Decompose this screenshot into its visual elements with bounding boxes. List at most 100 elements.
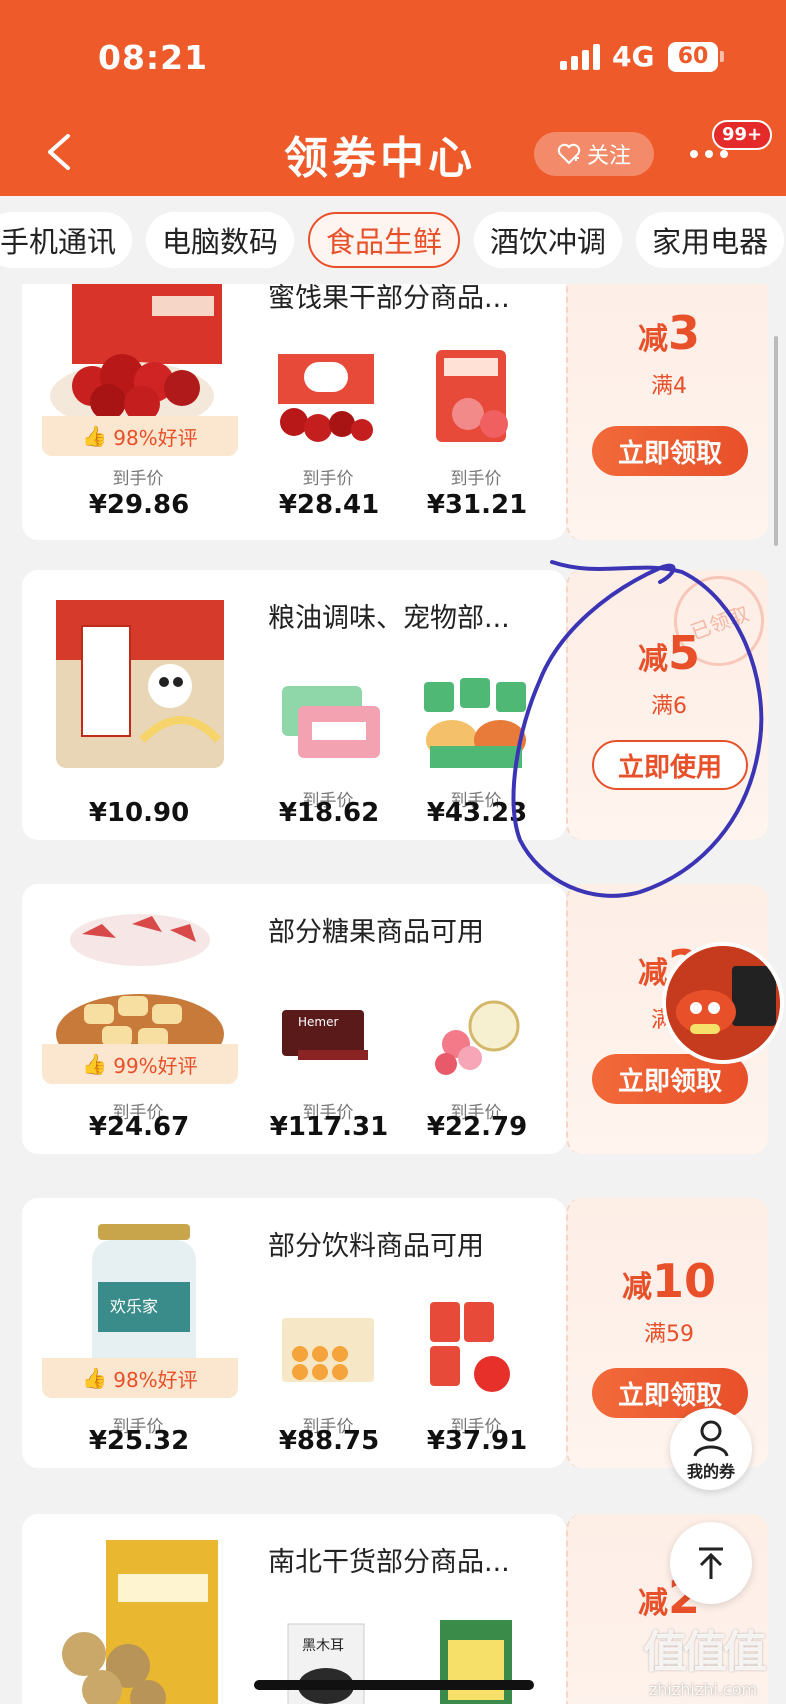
tab-appliances[interactable]: 家用电器 — [636, 212, 785, 268]
back-to-top-button[interactable] — [670, 1522, 752, 1604]
watermark: 值值值 zhizhizhi.com — [628, 1616, 778, 1699]
coupon-card: 部分饮料商品可用 欢乐家 👍 98%好评 到手价 到手价 到手价 ¥25.32 ¥… — [22, 1198, 768, 1468]
notification-badge: 99+ — [712, 120, 773, 150]
claim-button[interactable]: 立即领取 — [592, 426, 748, 476]
product-image-noodles[interactable] — [42, 590, 238, 780]
product-price: ¥88.75 — [278, 1426, 380, 1456]
tab-phones[interactable]: 手机通讯 — [0, 212, 133, 268]
page-title: 领券中心 — [284, 133, 476, 184]
category-tabs: 手机通讯 电脑数码 食品生鲜 酒饮冲调 家用电器 — [0, 196, 786, 284]
battery-level: 60 — [677, 44, 709, 69]
coupon-products: 部分糖果商品可用 👍 99%好评 Hemer 到手价 到手价 到手价 ¥24.67… — [22, 884, 566, 1154]
coupon-title: 蜜饯果干部分商品... — [268, 284, 510, 314]
product-price: ¥31.21 — [426, 490, 528, 520]
my-coupons-label: 我的券 — [686, 1462, 735, 1481]
coupon-products: 蜜饯果干部分商品... 👍 98%好评 到手价 到手价 到手价 ¥29.86 ¥2… — [22, 284, 566, 540]
product-image[interactable] — [416, 980, 536, 1090]
app-root: 08:21 4G 60 领券中心 关注 99+ 手机通讯 电脑数码 食品生鲜 酒… — [0, 0, 786, 1704]
follow-button[interactable]: 关注 — [534, 132, 654, 176]
product-price: ¥37.91 — [426, 1426, 528, 1456]
scrollbar[interactable] — [774, 336, 778, 546]
product-image[interactable] — [268, 1294, 388, 1404]
discount-value: 5 — [667, 626, 700, 680]
product-image[interactable] — [416, 342, 536, 452]
price-label: 到手价 — [112, 469, 164, 489]
watermark-logo: 值值值 — [643, 1627, 767, 1678]
svg-text:Hemer: Hemer — [298, 1015, 338, 1029]
thumbs-up-icon: 👍 — [82, 424, 108, 448]
discount-value: 3 — [667, 306, 700, 360]
my-coupons-button[interactable]: 我的券 — [670, 1408, 752, 1490]
rating-badge: 👍 98%好评 — [42, 416, 238, 456]
status-time: 08:21 — [98, 38, 209, 77]
product-image[interactable] — [416, 666, 536, 776]
coupon-title: 粮油调味、宠物部... — [268, 603, 510, 634]
home-indicator[interactable] — [254, 1680, 534, 1690]
coupon-offer: 减3 满4 立即领取 — [566, 284, 768, 540]
discount-prefix: 减 — [621, 1270, 652, 1305]
thumbs-up-icon: 👍 — [82, 1052, 108, 1076]
coupon-offer: 已领取 减5 满6 立即使用 — [566, 563, 777, 840]
minimum-amount: 满59 — [644, 1322, 694, 1347]
product-image-longan[interactable] — [42, 1534, 238, 1704]
coupon-title: 部分糖果商品可用 — [268, 917, 484, 948]
battery-icon: 60 — [668, 42, 718, 72]
coupon-products: 南北干货部分商品... 黑木耳 — [22, 1514, 566, 1704]
battery-tip — [720, 51, 724, 62]
discount-value: 10 — [651, 1254, 716, 1308]
product-price: ¥28.41 — [278, 490, 380, 520]
rating-text: 98%好评 — [113, 1367, 198, 1392]
heart-plus-icon — [557, 143, 581, 165]
discount-prefix: 减 — [637, 642, 668, 677]
minimum-amount: 满6 — [651, 694, 687, 719]
minimum-amount: 满4 — [651, 374, 687, 399]
back-arrow-icon[interactable] — [38, 130, 82, 174]
nav-bar: 领券中心 关注 99+ — [0, 110, 786, 196]
product-price: ¥25.32 — [88, 1426, 190, 1456]
coupon-products: 部分饮料商品可用 欢乐家 👍 98%好评 到手价 到手价 到手价 ¥25.32 ¥… — [22, 1198, 566, 1468]
rating-text: 99%好评 — [113, 1053, 198, 1078]
product-price: ¥43.23 — [426, 798, 528, 828]
product-image[interactable] — [268, 342, 388, 452]
svg-text:欢乐家: 欢乐家 — [110, 1297, 158, 1316]
thumbs-up-icon: 👍 — [82, 1366, 108, 1390]
use-button[interactable]: 立即使用 — [592, 740, 748, 790]
rating-badge: 👍 98%好评 — [42, 1358, 238, 1398]
status-bar: 08:21 4G 60 — [0, 0, 786, 110]
coupon-title: 南北干货部分商品... — [268, 1547, 510, 1578]
product-price: ¥24.67 — [88, 1112, 190, 1142]
rating-text: 98%好评 — [113, 425, 198, 450]
arrow-up-icon — [699, 1547, 723, 1579]
product-image[interactable] — [268, 666, 388, 776]
tab-food[interactable]: 食品生鲜 — [308, 212, 461, 268]
header: 08:21 4G 60 领券中心 关注 99+ — [0, 0, 786, 196]
rating-badge: 👍 99%好评 — [42, 1044, 238, 1084]
coupon-card: 部分糖果商品可用 👍 99%好评 Hemer 到手价 到手价 到手价 ¥24.67… — [22, 884, 768, 1154]
product-image[interactable]: Hemer — [268, 980, 388, 1090]
user-icon — [693, 1420, 729, 1457]
coupon-card: 粮油调味、宠物部... 到手价 到手价 ¥10.90 ¥18.62 ¥43.23… — [22, 563, 777, 840]
discount-amount: 减10 — [568, 1254, 770, 1308]
tab-drinks[interactable]: 酒饮冲调 — [474, 212, 623, 268]
product-image[interactable] — [416, 1294, 536, 1404]
product-price: ¥117.31 — [269, 1112, 389, 1142]
product-price: ¥22.79 — [426, 1112, 528, 1142]
discount-prefix: 减 — [637, 322, 668, 357]
product-price: ¥29.86 — [88, 490, 190, 520]
coupon-title: 部分饮料商品可用 — [268, 1231, 484, 1262]
tab-computers[interactable]: 电脑数码 — [146, 212, 295, 268]
watermark-site: zhizhizhi.com — [648, 1680, 758, 1699]
follow-label: 关注 — [586, 144, 631, 169]
coupon-card: 蜜饯果干部分商品... 👍 98%好评 到手价 到手价 到手价 ¥29.86 ¥2… — [22, 284, 768, 540]
product-price: ¥18.62 — [278, 798, 380, 828]
coupon-products: 粮油调味、宠物部... 到手价 到手价 ¥10.90 ¥18.62 ¥43.23 — [22, 570, 566, 840]
network-type: 4G — [612, 40, 655, 73]
discount-amount: 减5 — [568, 626, 770, 680]
promo-float-button[interactable] — [662, 942, 784, 1064]
signal-icon — [560, 44, 602, 70]
product-price: ¥10.90 — [88, 798, 190, 828]
discount-amount: 减3 — [568, 306, 770, 360]
svg-text:黑木耳: 黑木耳 — [302, 1638, 344, 1654]
price-label: 到手价 — [450, 469, 502, 489]
price-label: 到手价 — [302, 469, 354, 489]
